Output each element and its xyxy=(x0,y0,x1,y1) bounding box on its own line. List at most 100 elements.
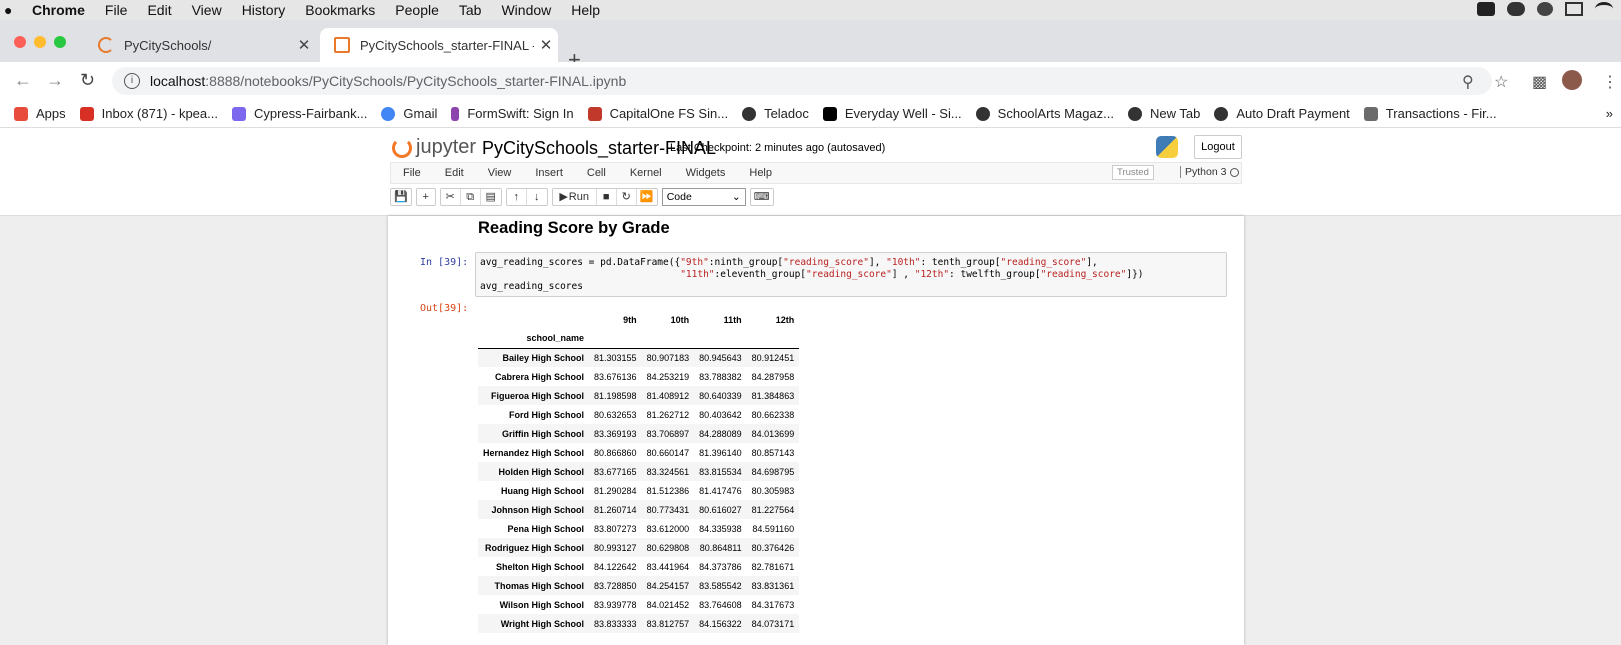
tab-close-icon[interactable]: ✕ xyxy=(292,36,316,54)
table-cell: 83.706897 xyxy=(646,428,690,439)
table-cell: 83.812757 xyxy=(646,618,690,629)
google-icon xyxy=(381,106,396,121)
bookmark-apps[interactable]: Apps xyxy=(14,106,66,121)
blank-header xyxy=(641,329,695,349)
table-cell: 84.591160 xyxy=(752,523,795,534)
bookmark-inbox[interactable]: Inbox (871) - kpea... xyxy=(79,106,218,121)
bookmark-label: New Tab xyxy=(1150,106,1201,121)
bookmark-schoolarts[interactable]: SchoolArts Magaz... xyxy=(975,106,1114,121)
nb-menu-kernel[interactable]: Kernel xyxy=(618,167,674,179)
table-row: Shelton High School 84.122642 83.441964 84.… xyxy=(478,557,799,576)
table-cell: 84.122642 xyxy=(594,561,637,572)
jupyter-header: jupyter PyCitySchools_starter-FINAL Last… xyxy=(0,128,1621,216)
cut-icon[interactable]: ✂ xyxy=(441,189,461,205)
nb-menu-cell[interactable]: Cell xyxy=(575,167,618,179)
forward-icon[interactable]: → xyxy=(46,70,64,91)
bookmark-label: FormSwift: Sign In xyxy=(467,106,574,121)
column-header: 9th xyxy=(623,314,637,325)
jupyter-logo[interactable]: jupyter xyxy=(392,136,476,159)
bookmark-star-icon[interactable]: ☆ xyxy=(1494,72,1508,92)
restart-icon[interactable]: ↻ xyxy=(617,189,637,205)
avatar[interactable] xyxy=(1562,70,1582,90)
code-cell-editor[interactable]: avg_reading_scores = pd.DataFrame({"9th"… xyxy=(475,252,1227,297)
kernel-name[interactable]: Python 3 xyxy=(1180,166,1226,178)
creative-cloud-icon[interactable] xyxy=(1537,2,1553,16)
bookmark-formswift[interactable]: FormSwift: Sign In xyxy=(451,106,574,121)
macos-menu-bar: ● Chrome File Edit View History Bookmark… xyxy=(0,0,1621,20)
nb-menu-view[interactable]: View xyxy=(476,167,524,179)
menu-window[interactable]: Window xyxy=(491,2,561,18)
tab-notebook[interactable]: PyCitySchools_starter-FINAL - ✕ xyxy=(320,28,558,62)
menu-history[interactable]: History xyxy=(232,2,296,18)
bookmark-everyday-well[interactable]: Everyday Well - Si... xyxy=(822,106,962,121)
table-cell: 84.013699 xyxy=(751,428,795,439)
save-icon[interactable]: 💾 xyxy=(390,188,412,206)
cloud-icon[interactable] xyxy=(1507,2,1525,16)
fast-forward-icon[interactable]: ⏩ xyxy=(637,189,657,205)
table-row: Figueroa High School 81.198598 81.408912 80… xyxy=(478,386,800,405)
menu-help[interactable]: Help xyxy=(561,2,610,18)
airplay-icon[interactable] xyxy=(1565,2,1583,16)
menu-edit[interactable]: Edit xyxy=(137,2,181,18)
menu-people[interactable]: People xyxy=(385,2,449,18)
bookmark-cypress[interactable]: Cypress-Fairbank... xyxy=(231,106,367,121)
url-host: localhost xyxy=(150,73,206,89)
bookmarks-bar: Apps Inbox (871) - kpea... Cypress-Fairb… xyxy=(0,100,1621,128)
reload-icon[interactable]: ↻ xyxy=(80,70,95,91)
logout-button[interactable]: Logout xyxy=(1194,135,1242,159)
nb-menu-help[interactable]: Help xyxy=(737,167,784,179)
cell-type-select[interactable]: Code ⌄ xyxy=(661,188,746,206)
menu-tab[interactable]: Tab xyxy=(449,2,492,18)
menu-app-chrome[interactable]: Chrome xyxy=(18,2,95,18)
bookmarks-overflow-icon[interactable]: » xyxy=(1606,106,1613,121)
extensions-icon[interactable]: ▩ xyxy=(1532,72,1547,92)
move-down-icon[interactable]: ↓ xyxy=(527,189,547,205)
bookmark-label: Transactions - Fir... xyxy=(1385,106,1497,121)
paste-icon[interactable]: ▤ xyxy=(481,189,501,205)
bank-icon xyxy=(1363,106,1378,121)
bookmark-auto-draft[interactable]: Auto Draft Payment xyxy=(1214,106,1350,121)
menu-bookmarks[interactable]: Bookmarks xyxy=(295,2,385,18)
info-icon[interactable]: i xyxy=(124,73,140,89)
apple-icon[interactable]: ● xyxy=(4,2,18,18)
zoom-window-button[interactable] xyxy=(54,36,66,48)
capitalone-icon xyxy=(587,106,602,121)
video-icon[interactable] xyxy=(1477,2,1495,16)
menu-file[interactable]: File xyxy=(95,2,138,18)
output-prompt: Out[39]: xyxy=(420,303,469,314)
table-cell: 83.815534 xyxy=(699,466,742,477)
trusted-indicator[interactable]: Trusted xyxy=(1112,165,1154,180)
table-cell: 81.260714 xyxy=(594,504,637,515)
move-up-icon[interactable]: ↑ xyxy=(507,189,527,205)
bookmark-gmail[interactable]: Gmail xyxy=(381,106,437,121)
move-group: ↑ ↓ xyxy=(505,188,548,206)
back-icon[interactable]: ← xyxy=(14,70,32,91)
globe-icon xyxy=(742,106,757,121)
url-input[interactable]: i localhost :8888/notebooks/PyCitySchool… xyxy=(112,67,1492,95)
more-icon[interactable]: ⋮ xyxy=(1602,72,1618,92)
insert-cell-icon[interactable]: + xyxy=(415,188,436,206)
copy-icon[interactable]: ⧉ xyxy=(461,189,481,205)
close-window-button[interactable] xyxy=(14,36,26,48)
menu-view[interactable]: View xyxy=(182,2,232,18)
nb-menu-file[interactable]: File xyxy=(391,167,433,179)
zoom-icon[interactable]: ⚲ xyxy=(1462,72,1474,92)
table-cell: 80.857143 xyxy=(751,447,795,458)
keyboard-icon[interactable]: ⌨ xyxy=(749,188,774,206)
bookmark-transactions[interactable]: Transactions - Fir... xyxy=(1363,106,1497,121)
run-button[interactable]: ▶ Run xyxy=(553,189,597,205)
bookmark-label: Inbox (871) - kpea... xyxy=(101,106,218,121)
table-cell: 81.262712 xyxy=(646,409,690,420)
table-cell: 80.305983 xyxy=(751,485,795,496)
bookmark-capitalone[interactable]: CapitalOne FS Sin... xyxy=(587,106,728,121)
wifi-icon[interactable] xyxy=(1595,2,1613,16)
tab-pycityschools[interactable]: PyCitySchools/ ✕ xyxy=(84,28,316,62)
stop-icon[interactable]: ■ xyxy=(597,189,617,205)
nb-menu-widgets[interactable]: Widgets xyxy=(674,167,738,179)
bookmark-teladoc[interactable]: Teladoc xyxy=(742,106,809,121)
minimize-window-button[interactable] xyxy=(34,36,46,48)
tab-close-icon[interactable]: ✕ xyxy=(534,36,558,54)
bookmark-new-tab[interactable]: New Tab xyxy=(1128,106,1200,121)
nb-menu-edit[interactable]: Edit xyxy=(433,167,476,179)
nb-menu-insert[interactable]: Insert xyxy=(523,167,575,179)
